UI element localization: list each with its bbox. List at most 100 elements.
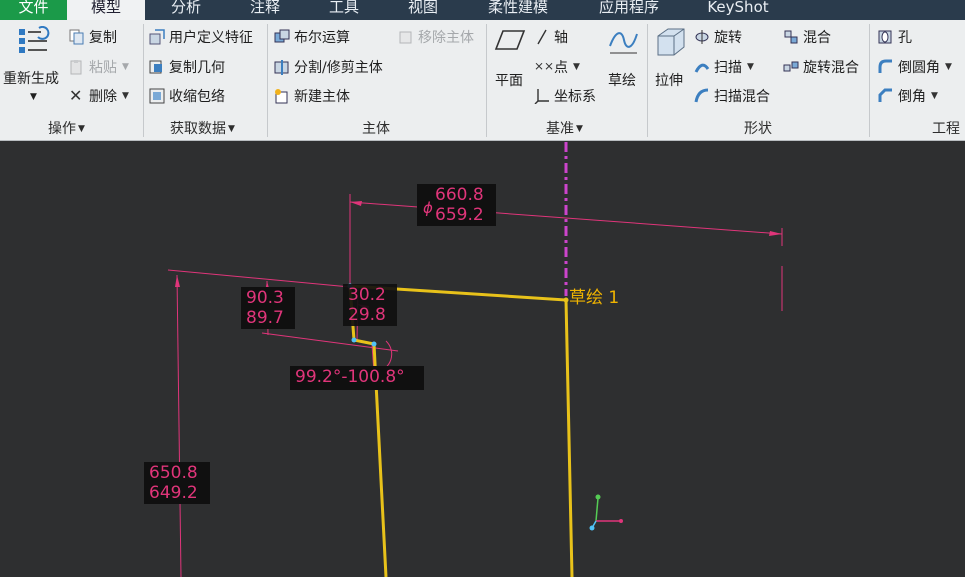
rotational-blend-icon: [783, 59, 799, 75]
left-lower-value: 89.7: [246, 308, 284, 328]
point-label: 点: [554, 60, 568, 76]
get-data-group-label[interactable]: 获取数据 ▼: [170, 118, 235, 138]
copy-label: 复制: [89, 30, 117, 46]
boolean-icon: [274, 29, 290, 45]
regenerate-label: 重新生成: [3, 71, 59, 87]
delete-x-icon: ✕: [69, 86, 83, 105]
new-body-icon: [274, 88, 290, 104]
hole-button[interactable]: 孔: [878, 26, 912, 48]
rotational-blend-button[interactable]: 旋转混合: [783, 56, 859, 78]
regenerate-dropdown-icon[interactable]: ▼: [30, 92, 37, 102]
left-upper-value: 90.3: [246, 288, 284, 308]
tab-annotate[interactable]: 注释: [234, 0, 296, 20]
tab-tools[interactable]: 工具: [313, 0, 375, 20]
split-trim-icon: [274, 59, 290, 75]
coord-sys-label: 坐标系: [554, 89, 596, 105]
new-body-button[interactable]: 新建主体: [274, 85, 350, 107]
sketch-label: 草绘: [608, 73, 636, 89]
extrude-icon: [657, 28, 685, 56]
remove-body-icon: [398, 29, 414, 45]
paste-icon: [69, 59, 85, 75]
paste-label: 粘贴: [89, 60, 117, 76]
blend-icon: [783, 29, 799, 45]
copy-geometry-icon: [149, 59, 165, 75]
extrude-label: 拉伸: [655, 73, 683, 89]
sketch-button[interactable]: 草绘: [604, 24, 644, 94]
triad-y-tip: [595, 494, 601, 500]
remove-body-label: 移除主体: [418, 30, 474, 46]
copy-geometry-button[interactable]: 复制几何: [149, 56, 225, 78]
axis-button[interactable]: 轴: [534, 26, 568, 48]
round-button[interactable]: 倒圆角 ▼: [878, 56, 952, 78]
tab-model[interactable]: 模型: [67, 0, 145, 20]
sketch-vertex[interactable]: [371, 341, 377, 347]
shapes-group-label: 形状: [744, 121, 772, 137]
tab-analysis[interactable]: 分析: [155, 0, 217, 20]
graphics-area[interactable]: ϕ 660.8 659.2 90.3 89.7 30.2 29.8 99.2°-…: [0, 142, 965, 577]
sweep-button[interactable]: 扫描 ▼: [694, 56, 754, 78]
height-dimension[interactable]: 650.8 649.2: [144, 462, 210, 504]
left-dim-extension-bottom: [261, 332, 399, 352]
copy-icon: [69, 29, 85, 45]
udf-button[interactable]: 用户定义特征: [149, 26, 253, 48]
hole-label: 孔: [898, 30, 912, 46]
axis-label: 轴: [554, 30, 568, 46]
boolean-button[interactable]: 布尔运算: [274, 26, 350, 48]
menu-tab-bar: 文件 模型 分析 注释 工具 视图 柔性建模 应用程序 KeyShot: [0, 0, 965, 20]
diameter-upper-value: 660.8: [435, 185, 484, 205]
rotational-blend-label: 旋转混合: [803, 60, 859, 76]
swept-blend-icon: [694, 88, 710, 104]
shrinkwrap-button[interactable]: 收缩包络: [149, 85, 225, 107]
tab-applications[interactable]: 应用程序: [583, 0, 675, 20]
height-dim-line: [176, 274, 182, 577]
sketch-icon: [609, 32, 638, 54]
axis-icon: [534, 29, 550, 45]
revolve-button[interactable]: 旋转: [694, 26, 742, 48]
split-trim-button[interactable]: 分割/修剪主体: [274, 56, 383, 78]
coord-sys-button[interactable]: 坐标系: [534, 85, 596, 107]
operations-group-label[interactable]: 操作 ▼: [48, 118, 85, 138]
delete-label: 删除: [89, 89, 117, 105]
boolean-label: 布尔运算: [294, 30, 350, 46]
chamfer-label: 倒角: [898, 89, 926, 105]
tab-view[interactable]: 视图: [392, 0, 454, 20]
hole-icon: [878, 29, 894, 45]
sketch-name-label[interactable]: 草绘 1: [569, 283, 619, 308]
mid-lower-value: 29.8: [348, 305, 386, 325]
tab-flexible-modeling[interactable]: 柔性建模: [472, 0, 564, 20]
angle-dimension[interactable]: 99.2°-100.8°: [290, 366, 424, 390]
group-divider: [143, 24, 144, 137]
revolve-label: 旋转: [714, 30, 742, 46]
left-offset-dimension[interactable]: 90.3 89.7: [241, 287, 295, 329]
chamfer-button[interactable]: 倒角 ▼: [878, 85, 938, 107]
angle-value: 99.2°-100.8°: [295, 367, 405, 387]
tab-keyshot[interactable]: KeyShot: [695, 0, 781, 20]
delete-button[interactable]: ✕ 删除 ▼: [69, 85, 129, 107]
datum-group-label[interactable]: 基准 ▼: [546, 118, 583, 138]
sketch-vertex[interactable]: [563, 297, 569, 303]
group-divider: [267, 24, 268, 137]
regenerate-button[interactable]: 重新生成 ▼: [2, 22, 66, 104]
tab-file[interactable]: 文件: [0, 0, 67, 20]
swept-blend-button[interactable]: 扫描混合: [694, 85, 770, 107]
round-icon: [878, 59, 894, 75]
ribbon: 重新生成 ▼ 复制 粘贴 ▼ ✕ 删除 ▼ 操作 ▼ 用户定义特征 复制几何 收缩包络: [0, 20, 965, 141]
paste-button[interactable]: 粘贴 ▼: [69, 56, 129, 78]
remove-body-button[interactable]: 移除主体: [398, 26, 474, 48]
blend-button[interactable]: 混合: [783, 26, 831, 48]
diameter-dimension[interactable]: ϕ 660.8 659.2: [417, 184, 496, 226]
group-divider: [486, 24, 487, 137]
extrude-button[interactable]: 拉伸: [651, 24, 691, 94]
point-button[interactable]: ⨯⨯ 点 ▼: [534, 56, 580, 78]
diameter-symbol: ϕ: [423, 199, 433, 217]
mid-offset-dimension[interactable]: 30.2 29.8: [343, 284, 397, 326]
copy-geometry-label: 复制几何: [169, 60, 225, 76]
plane-label: 平面: [495, 73, 523, 89]
group-divider: [869, 24, 870, 137]
udf-icon: [149, 29, 165, 45]
sketch-vertex[interactable]: [351, 337, 357, 343]
triad-x-tip: [619, 519, 623, 523]
sketch-profile[interactable]: [348, 284, 574, 577]
copy-button[interactable]: 复制: [69, 26, 117, 48]
plane-button[interactable]: 平面: [491, 24, 529, 94]
